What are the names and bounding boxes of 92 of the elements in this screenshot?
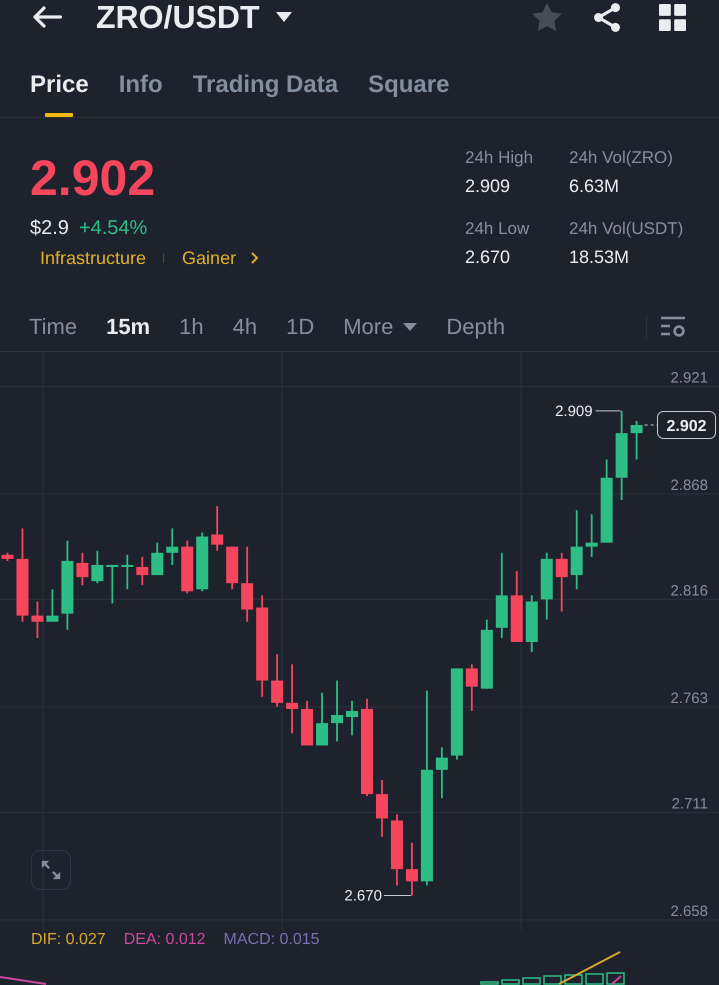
candlestick xyxy=(510,571,523,642)
section-tab[interactable]: Square xyxy=(368,62,450,117)
last-price: 2.902 xyxy=(30,149,156,208)
pair-selector[interactable]: ZRO/USDT xyxy=(96,0,292,34)
stat-value: 2.909 xyxy=(465,175,510,198)
candlestick xyxy=(540,552,553,620)
dea-line xyxy=(611,975,622,985)
candlestick xyxy=(211,506,224,551)
candlestick xyxy=(166,528,178,565)
candlestick xyxy=(376,780,388,837)
indicator-value: DIF: 0.027 xyxy=(31,930,106,950)
macd-histogram-bar xyxy=(564,974,583,985)
stat-value: 2.670 xyxy=(465,246,510,269)
indicator-value: MACD: 0.015 xyxy=(224,930,320,950)
candlestick xyxy=(46,589,58,622)
candlestick xyxy=(556,552,568,612)
candlestick xyxy=(286,664,298,734)
grid-icon[interactable] xyxy=(659,4,686,30)
chart-tab[interactable]: Depth xyxy=(446,312,506,342)
expand-button[interactable] xyxy=(31,850,71,890)
caret-down-icon xyxy=(276,12,292,22)
chart-tab[interactable]: 1h xyxy=(179,312,204,342)
macd-histogram-bar xyxy=(480,981,499,985)
candlestick xyxy=(271,654,284,707)
current-price-line xyxy=(644,424,658,426)
candlestick xyxy=(226,546,238,590)
star-icon[interactable] xyxy=(532,3,562,31)
low-price-label: 2.670 xyxy=(344,888,382,905)
expand-icon xyxy=(40,859,62,881)
candlestick xyxy=(196,532,208,592)
usd-price: $2.9 xyxy=(30,216,69,241)
candlestick xyxy=(151,542,164,576)
macd-histogram-bar xyxy=(543,975,562,985)
stat-label: 24h Vol(ZRO) xyxy=(569,147,673,169)
chart-tab[interactable]: 1D xyxy=(286,312,314,342)
candlestick xyxy=(181,540,194,594)
price-axis-label: 2.658 xyxy=(670,902,708,920)
price-axis-label: 2.816 xyxy=(670,582,708,600)
price-axis-label: 2.711 xyxy=(672,795,708,812)
section-tab[interactable]: Price xyxy=(30,62,89,117)
candlestick xyxy=(301,700,314,746)
stat-value: 18.53M xyxy=(569,246,630,269)
stat-label: 24h High xyxy=(465,147,534,169)
dea-line xyxy=(0,976,46,985)
indicator-value: DEA: 0.012 xyxy=(124,930,206,950)
candlestick xyxy=(586,514,598,557)
candlestick xyxy=(406,842,418,896)
more-dropdown[interactable]: More xyxy=(343,312,418,342)
section-tab[interactable]: Info xyxy=(118,62,163,117)
price-axis-label: 2.868 xyxy=(670,476,708,494)
candlestick xyxy=(436,747,448,798)
tag-link[interactable]: Gainer xyxy=(182,245,258,271)
candlestick xyxy=(316,692,328,746)
macd-histogram-bar xyxy=(585,973,604,985)
share-icon[interactable] xyxy=(594,2,620,32)
candlestick xyxy=(480,620,493,689)
chevron-right-icon xyxy=(251,252,258,264)
stat-label: 24h Vol(USDT) xyxy=(569,218,684,240)
candlestick xyxy=(526,595,538,652)
candlestick xyxy=(466,664,478,711)
candlestick xyxy=(76,552,88,586)
price-axis-label: 2.921 xyxy=(670,369,708,386)
chart-tab[interactable]: Time xyxy=(29,312,78,342)
section-tab[interactable]: Trading Data xyxy=(192,62,338,117)
candlestick xyxy=(331,680,344,742)
category-tag[interactable]: Infrastructure xyxy=(40,245,146,271)
low-price-leader-line xyxy=(383,895,412,896)
stat-value: 6.63M xyxy=(569,175,620,198)
caret-down-icon xyxy=(403,323,418,331)
candlestick xyxy=(630,420,643,460)
current-price-tag: 2.902 xyxy=(657,411,716,439)
macd-histogram-bar xyxy=(501,979,520,985)
candlestick xyxy=(2,552,14,561)
candlestick xyxy=(346,700,358,736)
price-axis-label: 2.763 xyxy=(670,690,708,707)
candlestick xyxy=(121,554,134,590)
price-change: +4.54% xyxy=(78,216,148,241)
high-price-label: 2.909 xyxy=(555,402,593,420)
high-price-leader-line xyxy=(595,410,622,412)
candlestick xyxy=(136,556,148,586)
candlestick xyxy=(31,601,44,638)
macd-histogram-bar xyxy=(522,977,541,985)
stat-label: 24h Low xyxy=(465,218,530,240)
dif-line xyxy=(558,951,620,985)
chart-tab[interactable]: 4h xyxy=(232,312,258,342)
chart-settings-icon[interactable] xyxy=(661,316,686,338)
candlestick xyxy=(91,550,104,584)
back-arrow-icon[interactable] xyxy=(33,6,62,28)
candlestick xyxy=(106,564,118,604)
chart-tab[interactable]: 15m xyxy=(106,312,150,342)
candlestick xyxy=(390,814,403,886)
macd-histogram-bar xyxy=(606,972,625,985)
